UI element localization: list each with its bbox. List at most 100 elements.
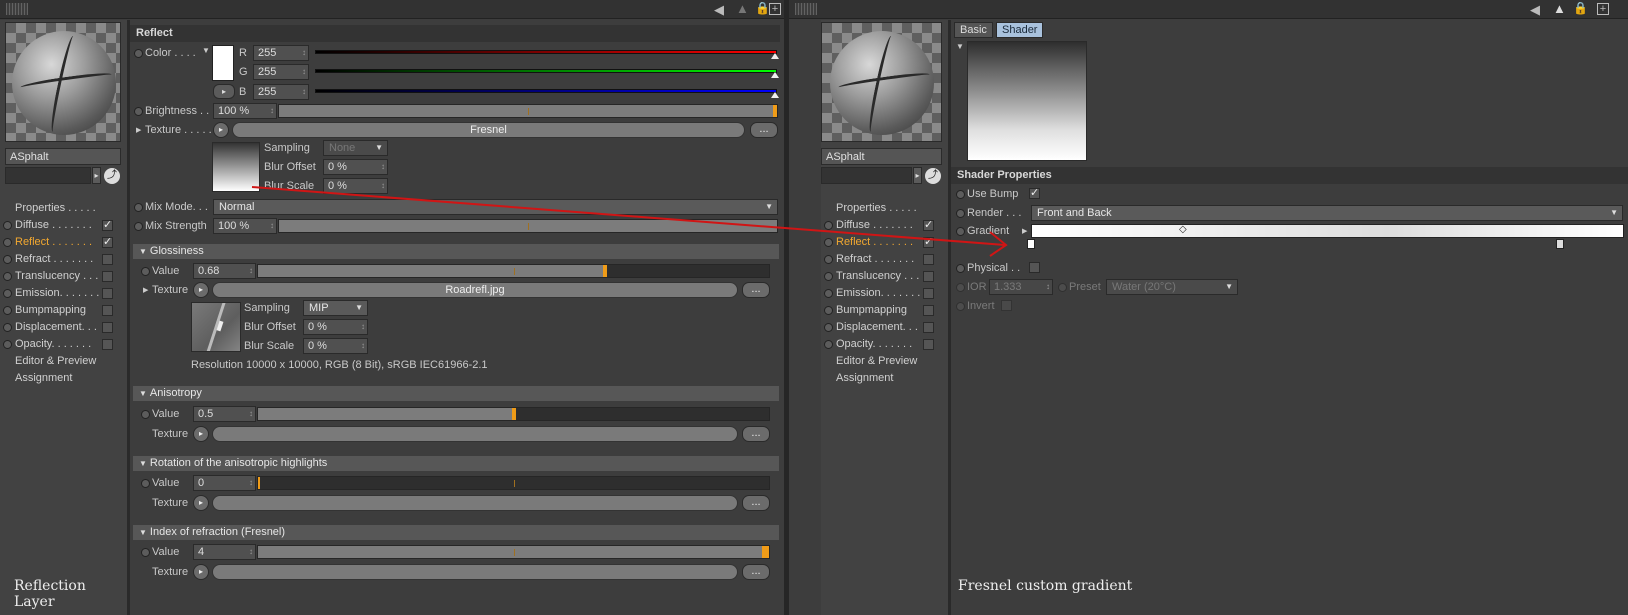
preset-anim-dot[interactable] bbox=[1058, 283, 1067, 292]
ior-texture-more-button[interactable]: ... bbox=[742, 564, 770, 580]
sidebar-item-assignment[interactable]: Assignment bbox=[0, 370, 127, 387]
anisotropy-value-field[interactable]: 0.5 bbox=[193, 406, 256, 422]
sidebar-item-emission[interactable]: Emission. . . . . . . bbox=[821, 285, 948, 302]
ior-anim-dot[interactable] bbox=[141, 548, 150, 557]
rotation-slider[interactable] bbox=[257, 476, 770, 490]
sidebar-item-opacity[interactable]: Opacity. . . . . . . bbox=[0, 336, 127, 353]
sidebar-item-refract[interactable]: Refract . . . . . . . bbox=[0, 251, 127, 268]
anim-dot-icon[interactable] bbox=[3, 306, 12, 315]
color-swatch[interactable] bbox=[212, 45, 234, 81]
checkbox[interactable] bbox=[923, 288, 934, 299]
texture-more-button[interactable]: ... bbox=[750, 122, 778, 138]
checkbox[interactable] bbox=[102, 254, 113, 265]
sidebar-item-translucency[interactable]: Translucency . . . bbox=[821, 268, 948, 285]
render-anim-dot[interactable] bbox=[956, 209, 965, 218]
ior-right-field[interactable]: 1.333 bbox=[989, 279, 1053, 295]
checkbox[interactable] bbox=[102, 288, 113, 299]
sidebar-item-bumpmapping[interactable]: Bumpmapping bbox=[0, 302, 127, 319]
render-dropdown[interactable]: Front and Back ▼ bbox=[1031, 205, 1623, 221]
rotation-value-field[interactable]: 0 bbox=[193, 475, 256, 491]
mix-mode-dropdown[interactable]: Normal ▼ bbox=[213, 199, 778, 215]
checkbox[interactable] bbox=[923, 271, 934, 282]
sidebar-item-reflect[interactable]: Reflect . . . . . . . ✓ bbox=[821, 234, 948, 251]
glossiness-anim-dot[interactable] bbox=[141, 267, 150, 276]
sidebar-item-bumpmapping[interactable]: Bumpmapping bbox=[821, 302, 948, 319]
anim-dot-icon[interactable] bbox=[824, 340, 833, 349]
mix-strength-field[interactable]: 100 % bbox=[213, 218, 277, 234]
anim-dot-icon[interactable] bbox=[3, 221, 12, 230]
ior-texture-play-icon[interactable]: ▸ bbox=[193, 564, 209, 580]
gradient-expand-icon[interactable]: ▶ bbox=[1022, 227, 1027, 235]
tab-basic[interactable]: Basic bbox=[954, 22, 993, 38]
anim-dot-icon[interactable] bbox=[824, 238, 833, 247]
checkmark-icon[interactable]: ✓ bbox=[923, 237, 934, 248]
use-bump-anim-dot[interactable] bbox=[956, 190, 965, 199]
color-anim-dot[interactable] bbox=[134, 49, 143, 58]
rotation-anim-dot[interactable] bbox=[141, 479, 150, 488]
sidebar-item-editor&preview[interactable]: Editor & Preview bbox=[821, 353, 948, 370]
anisotropy-texture-more-button[interactable]: ... bbox=[742, 426, 770, 442]
gradient-bar[interactable]: ◇ bbox=[1031, 224, 1624, 238]
sidebar-item-refract[interactable]: Refract . . . . . . . bbox=[821, 251, 948, 268]
anim-dot-icon[interactable] bbox=[824, 323, 833, 332]
ior-value-field[interactable]: 4 bbox=[193, 544, 256, 560]
anisotropy-anim-dot[interactable] bbox=[141, 410, 150, 419]
glossiness-blur-scale-field[interactable]: 0 % bbox=[303, 338, 368, 354]
sidebar-item-properties[interactable]: Properties . . . . . bbox=[0, 200, 127, 217]
checkbox[interactable] bbox=[923, 339, 934, 350]
mix-mode-anim-dot[interactable] bbox=[134, 203, 143, 212]
sidebar-item-translucency[interactable]: Translucency . . . bbox=[0, 268, 127, 285]
checkbox[interactable] bbox=[102, 322, 113, 333]
sampling-dropdown[interactable]: None ▼ bbox=[323, 140, 388, 156]
ior-texture-field[interactable] bbox=[212, 564, 738, 580]
glossiness-texture-expand-icon[interactable]: ▶ bbox=[143, 286, 148, 294]
brightness-anim-dot[interactable] bbox=[134, 107, 143, 116]
checkbox[interactable] bbox=[923, 254, 934, 265]
picker-icon[interactable]: ⤴ bbox=[104, 168, 120, 184]
invert-checkbox[interactable] bbox=[1001, 300, 1012, 311]
anim-dot-icon[interactable] bbox=[824, 221, 833, 230]
anim-dot-icon[interactable] bbox=[824, 255, 833, 264]
anim-dot-icon[interactable] bbox=[3, 272, 12, 281]
anisotropy-texture-field[interactable] bbox=[212, 426, 738, 442]
triangle-down-icon[interactable]: ▼ bbox=[956, 42, 964, 51]
checkbox[interactable] bbox=[102, 339, 113, 350]
anisotropy-texture-play-icon[interactable]: ▸ bbox=[193, 426, 209, 442]
add-panel-icon[interactable]: + bbox=[769, 3, 781, 15]
use-bump-checkbox[interactable]: ✓ bbox=[1029, 188, 1040, 199]
anisotropy-header[interactable]: ▼ Anisotropy bbox=[133, 386, 779, 401]
glossiness-sampling-dropdown[interactable]: MIP ▼ bbox=[303, 300, 368, 316]
sidebar-item-displacement[interactable]: Displacement. . . bbox=[821, 319, 948, 336]
material-name-field[interactable]: ASphalt bbox=[5, 148, 121, 165]
sidebar-item-diffuse[interactable]: Diffuse . . . . . . . ✓ bbox=[821, 217, 948, 234]
brightness-slider[interactable] bbox=[278, 104, 778, 118]
search-field[interactable] bbox=[821, 167, 912, 184]
up-arrow-icon[interactable]: ▲ bbox=[736, 2, 749, 15]
material-preview[interactable] bbox=[821, 22, 942, 142]
expand-arrow-button[interactable]: ▸ bbox=[913, 167, 922, 184]
rotation-header[interactable]: ▼ Rotation of the anisotropic highlights bbox=[133, 456, 779, 471]
g-slider[interactable] bbox=[315, 69, 779, 78]
triangle-down-icon[interactable]: ▼ bbox=[202, 46, 210, 55]
g-value-field[interactable]: 255 bbox=[253, 64, 309, 80]
sidebar-item-reflect[interactable]: Reflect . . . . . . . ✓ bbox=[0, 234, 127, 251]
preset-dropdown[interactable]: Water (20°C) ▼ bbox=[1106, 279, 1238, 295]
back-arrow-icon[interactable]: ◀ bbox=[1530, 3, 1540, 16]
blur-scale-field[interactable]: 0 % bbox=[323, 178, 388, 194]
glossiness-texture-name[interactable]: Roadrefl.jpg bbox=[212, 282, 738, 298]
checkbox[interactable] bbox=[102, 271, 113, 282]
back-arrow-icon[interactable]: ◀ bbox=[714, 3, 724, 16]
glossiness-blur-offset-field[interactable]: 0 % bbox=[303, 319, 368, 335]
checkbox[interactable] bbox=[102, 305, 113, 316]
anisotropy-slider[interactable] bbox=[257, 407, 770, 421]
expand-arrow-button[interactable]: ▸ bbox=[92, 167, 101, 184]
anim-dot-icon[interactable] bbox=[824, 306, 833, 315]
gradient-anim-dot[interactable] bbox=[956, 227, 965, 236]
tab-shader[interactable]: Shader bbox=[996, 22, 1044, 38]
brightness-field[interactable]: 100 % bbox=[213, 103, 277, 119]
sidebar-item-diffuse[interactable]: Diffuse . . . . . . . ✓ bbox=[0, 217, 127, 234]
mix-strength-anim-dot[interactable] bbox=[134, 222, 143, 231]
sidebar-item-properties[interactable]: Properties . . . . . bbox=[821, 200, 948, 217]
b-value-field[interactable]: 255 bbox=[253, 84, 309, 100]
glossiness-value-field[interactable]: 0.68 bbox=[193, 263, 256, 279]
